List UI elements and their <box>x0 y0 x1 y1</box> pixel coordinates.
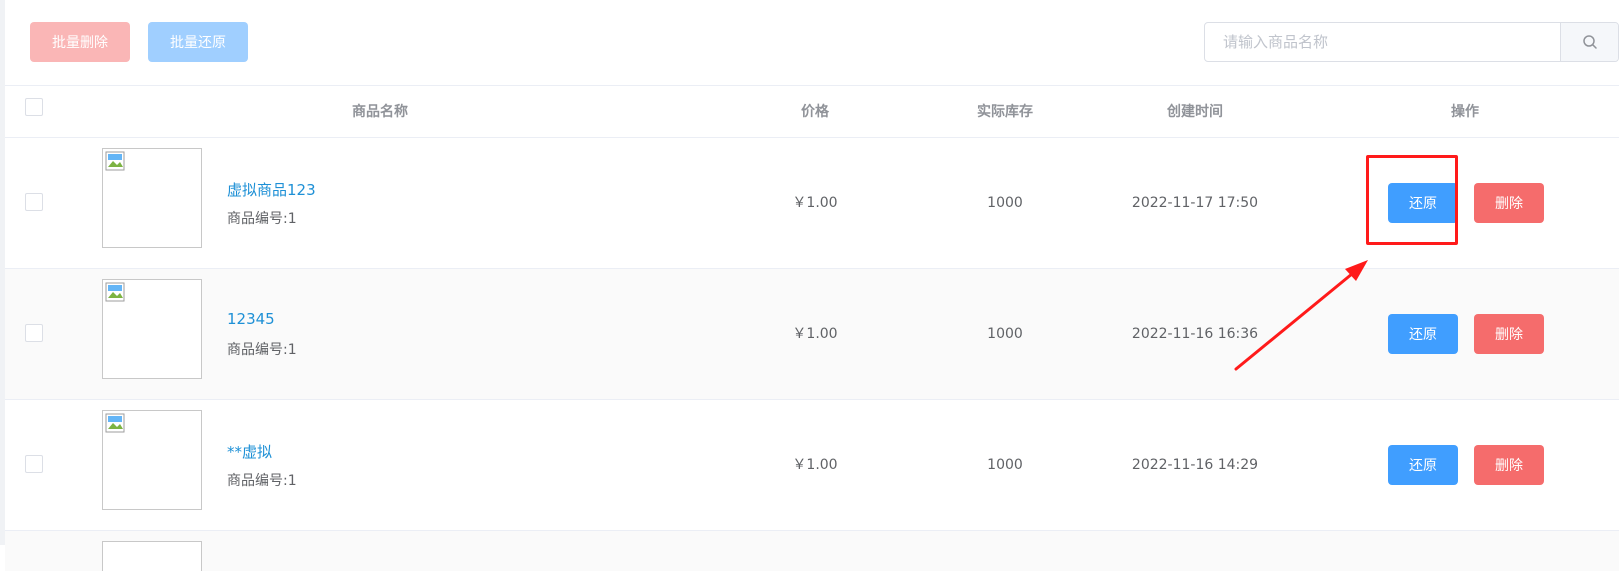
product-code: 商品编号:1 <box>227 473 297 489</box>
table-row: **虚拟 商品编号:1 ￥1.00 1000 2022-11-16 14:29 … <box>5 400 1619 531</box>
table-row <box>5 531 1619 571</box>
product-thumbnail <box>102 410 202 510</box>
header-stock: 实际库存 <box>977 104 1033 120</box>
header-created: 创建时间 <box>1167 104 1223 120</box>
product-code: 商品编号:1 <box>227 342 297 358</box>
restore-button[interactable]: 还原 <box>1388 183 1458 223</box>
product-name-link[interactable]: **虚拟 <box>227 441 272 462</box>
product-thumbnail <box>102 279 202 379</box>
table-row: 12345 商品编号:1 ￥1.00 1000 2022-11-16 16:36… <box>5 269 1619 400</box>
stock-cell: 1000 <box>987 326 1023 342</box>
search-icon <box>1582 35 1597 49</box>
stock-cell: 1000 <box>987 457 1023 473</box>
batch-restore-button[interactable]: 批量还原 <box>148 22 248 62</box>
table-header: 商品名称 价格 实际库存 创建时间 操作 <box>5 86 1619 138</box>
table-row: 虚拟商品123 商品编号:1 ￥1.00 1000 2022-11-17 17:… <box>5 138 1619 269</box>
product-table: 商品名称 价格 实际库存 创建时间 操作 虚拟商品123 商品编号:1 ￥1.0… <box>5 86 1619 571</box>
search-input[interactable] <box>1205 23 1560 61</box>
delete-button[interactable]: 删除 <box>1474 445 1544 485</box>
broken-image-icon <box>105 151 125 171</box>
search-button[interactable] <box>1560 23 1618 61</box>
row-checkbox[interactable] <box>25 324 43 342</box>
search-box <box>1204 22 1619 62</box>
restore-button[interactable]: 还原 <box>1388 314 1458 354</box>
product-name-link[interactable]: 12345 <box>227 310 275 328</box>
product-code: 商品编号:1 <box>227 211 297 227</box>
product-name-link[interactable]: 虚拟商品123 <box>227 179 316 200</box>
stock-cell: 1000 <box>987 195 1023 211</box>
restore-button[interactable]: 还原 <box>1388 445 1458 485</box>
price-cell: ￥1.00 <box>792 457 838 473</box>
row-checkbox[interactable] <box>25 193 43 211</box>
header-actions: 操作 <box>1451 104 1479 120</box>
product-thumbnail <box>102 148 202 248</box>
broken-image-icon <box>105 413 125 433</box>
delete-button[interactable]: 删除 <box>1474 314 1544 354</box>
created-time-cell: 2022-11-16 16:36 <box>1131 326 1259 342</box>
batch-delete-button[interactable]: 批量删除 <box>30 22 130 62</box>
created-time-cell: 2022-11-17 17:50 <box>1131 195 1259 211</box>
price-cell: ￥1.00 <box>792 195 838 211</box>
created-time-cell: 2022-11-16 14:29 <box>1131 457 1259 473</box>
broken-image-icon <box>105 282 125 302</box>
select-all-checkbox[interactable] <box>25 98 43 116</box>
price-cell: ￥1.00 <box>792 326 838 342</box>
row-checkbox[interactable] <box>25 455 43 473</box>
header-price: 价格 <box>801 104 829 120</box>
toolbar: 批量删除 批量还原 <box>5 0 1619 86</box>
delete-button[interactable]: 删除 <box>1474 183 1544 223</box>
product-thumbnail <box>102 541 202 571</box>
header-name: 商品名称 <box>352 104 408 120</box>
